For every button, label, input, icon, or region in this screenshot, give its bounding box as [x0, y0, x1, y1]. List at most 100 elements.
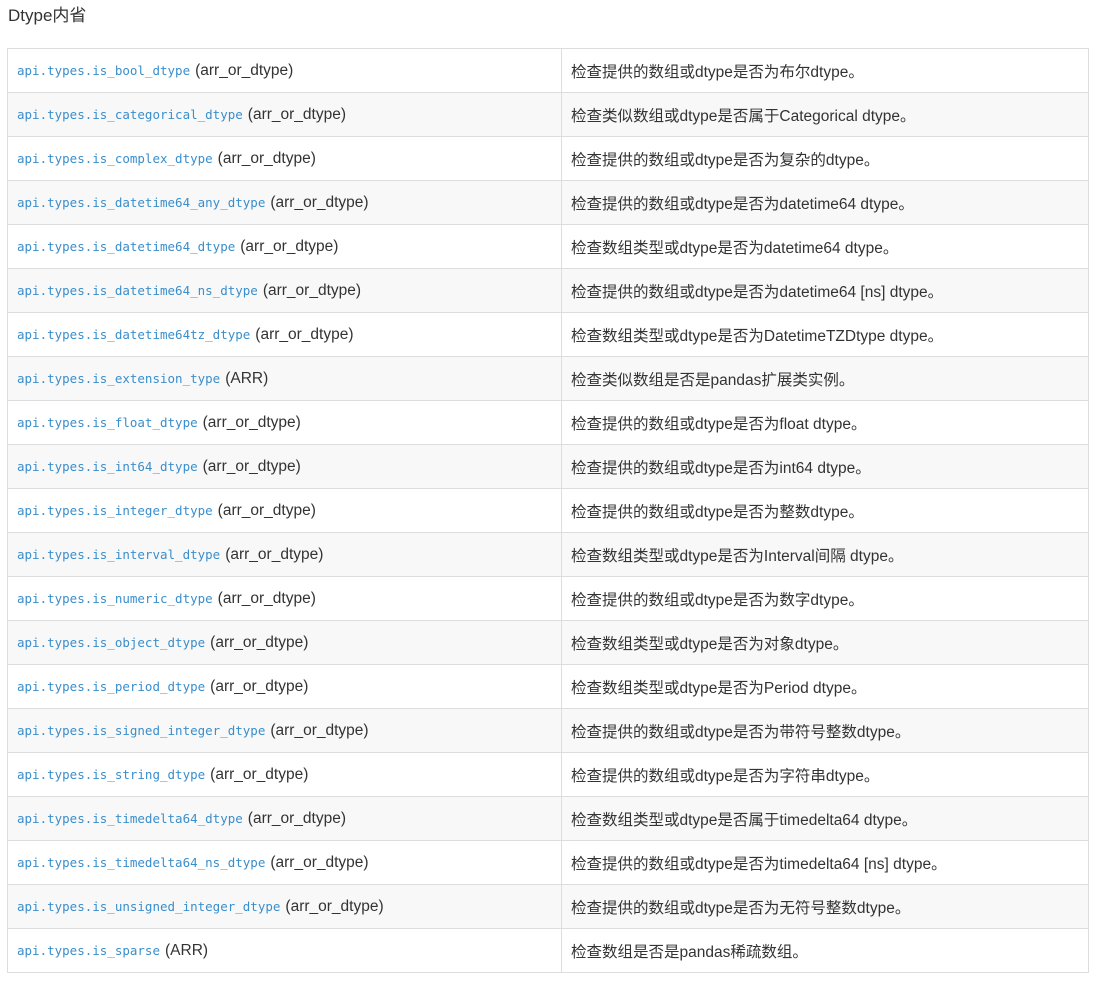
description-cell: 检查提供的数组或dtype是否为带符号整数dtype。 — [561, 708, 1089, 753]
function-args: (arr_or_dtype) — [262, 281, 362, 299]
function-description: 检查类似数组或dtype是否属于Categorical dtype。 — [571, 107, 916, 125]
function-link[interactable]: api.types.is_period_dtype — [17, 679, 205, 694]
function-args: (arr_or_dtype) — [285, 897, 384, 915]
function-cell: api.types.is_integer_dtype (arr_or_dtype) — [7, 488, 562, 533]
table-row: api.types.is_float_dtype (arr_or_dtype) 检… — [7, 400, 1089, 445]
function-link[interactable]: api.types.is_string_dtype — [17, 767, 205, 782]
table-row: api.types.is_signed_integer_dtype (arr_or… — [7, 708, 1089, 753]
function-link[interactable]: api.types.is_extension_type — [17, 371, 220, 386]
function-description: 检查提供的数组或dtype是否为timedelta64 [ns] dtype。 — [571, 855, 947, 873]
function-link[interactable]: api.types.is_timedelta64_dtype — [17, 811, 243, 826]
function-cell: api.types.is_timedelta64_ns_dtype (arr_or… — [7, 840, 562, 885]
function-description: 检查数组类型或dtype是否为DatetimeTZDtype dtype。 — [571, 327, 944, 345]
function-description: 检查提供的数组或dtype是否为无符号整数dtype。 — [571, 899, 911, 917]
function-link[interactable]: api.types.is_numeric_dtype — [17, 591, 213, 606]
table-row: api.types.is_interval_dtype (arr_or_dtype… — [7, 532, 1089, 577]
description-cell: 检查数组类型或dtype是否为Interval间隔 dtype。 — [561, 532, 1089, 577]
description-cell: 检查提供的数组或dtype是否为datetime64 dtype。 — [561, 180, 1089, 225]
function-link[interactable]: api.types.is_bool_dtype — [17, 63, 190, 78]
table-row: api.types.is_object_dtype (arr_or_dtype) … — [7, 620, 1089, 665]
description-cell: 检查提供的数组或dtype是否为整数dtype。 — [561, 488, 1089, 533]
function-args: (arr_or_dtype) — [217, 501, 316, 519]
function-link[interactable]: api.types.is_float_dtype — [17, 415, 198, 430]
function-cell: api.types.is_categorical_dtype (arr_or_dt… — [7, 92, 562, 137]
function-args: (arr_or_dtype) — [210, 677, 309, 695]
function-description: 检查提供的数组或dtype是否为datetime64 dtype。 — [571, 195, 914, 213]
table-row: api.types.is_timedelta64_ns_dtype (arr_or… — [7, 840, 1089, 885]
function-link[interactable]: api.types.is_datetime64_dtype — [17, 239, 235, 254]
function-link[interactable]: api.types.is_integer_dtype — [17, 503, 213, 518]
api-table-body: api.types.is_bool_dtype (arr_or_dtype) 检查… — [7, 48, 1089, 973]
function-cell: api.types.is_complex_dtype (arr_or_dtype) — [7, 136, 562, 181]
table-row: api.types.is_extension_type (ARR) 检查类似数组是… — [7, 356, 1089, 401]
table-row: api.types.is_datetime64_ns_dtype (arr_or_… — [7, 268, 1089, 313]
function-description: 检查提供的数组或dtype是否为布尔dtype。 — [571, 63, 864, 81]
function-link[interactable]: api.types.is_signed_integer_dtype — [17, 723, 265, 738]
function-description: 检查提供的数组或dtype是否为datetime64 [ns] dtype。 — [571, 283, 944, 301]
function-cell: api.types.is_object_dtype (arr_or_dtype) — [7, 620, 562, 665]
function-args: (arr_or_dtype) — [195, 61, 294, 79]
function-link[interactable]: api.types.is_datetime64tz_dtype — [17, 327, 250, 342]
table-row: api.types.is_bool_dtype (arr_or_dtype) 检查… — [7, 48, 1089, 93]
function-args: (arr_or_dtype) — [240, 237, 339, 255]
function-args: (ARR) — [165, 941, 209, 959]
function-args: (arr_or_dtype) — [210, 765, 309, 783]
function-cell: api.types.is_int64_dtype (arr_or_dtype) — [7, 444, 562, 489]
function-link[interactable]: api.types.is_sparse — [17, 943, 160, 958]
function-args: (arr_or_dtype) — [225, 545, 324, 563]
description-cell: 检查数组类型或dtype是否为对象dtype。 — [561, 620, 1089, 665]
description-cell: 检查数组类型或dtype是否属于timedelta64 dtype。 — [561, 796, 1089, 841]
description-cell: 检查类似数组或dtype是否属于Categorical dtype。 — [561, 92, 1089, 137]
function-args: (arr_or_dtype) — [255, 325, 354, 343]
function-cell: api.types.is_string_dtype (arr_or_dtype) — [7, 752, 562, 797]
table-row: api.types.is_period_dtype (arr_or_dtype) … — [7, 664, 1089, 709]
function-cell: api.types.is_datetime64_dtype (arr_or_dty… — [7, 224, 562, 269]
description-cell: 检查提供的数组或dtype是否为float dtype。 — [561, 400, 1089, 445]
function-args: (ARR) — [225, 369, 269, 387]
function-cell: api.types.is_bool_dtype (arr_or_dtype) — [7, 48, 562, 93]
function-cell: api.types.is_period_dtype (arr_or_dtype) — [7, 664, 562, 709]
function-link[interactable]: api.types.is_interval_dtype — [17, 547, 220, 562]
function-description: 检查提供的数组或dtype是否为数字dtype。 — [571, 591, 864, 609]
description-cell: 检查类似数组是否是pandas扩展类实例。 — [561, 356, 1089, 401]
table-row: api.types.is_datetime64_dtype (arr_or_dty… — [7, 224, 1089, 269]
function-description: 检查数组类型或dtype是否为对象dtype。 — [571, 635, 849, 653]
description-cell: 检查提供的数组或dtype是否为复杂的dtype。 — [561, 136, 1089, 181]
function-description: 检查提供的数组或dtype是否为带符号整数dtype。 — [571, 723, 911, 741]
description-cell: 检查提供的数组或dtype是否为int64 dtype。 — [561, 444, 1089, 489]
function-link[interactable]: api.types.is_datetime64_any_dtype — [17, 195, 265, 210]
function-description: 检查提供的数组或dtype是否为float dtype。 — [571, 415, 867, 433]
function-cell: api.types.is_float_dtype (arr_or_dtype) — [7, 400, 562, 445]
function-description: 检查类似数组是否是pandas扩展类实例。 — [571, 371, 855, 389]
function-args: (arr_or_dtype) — [217, 149, 316, 167]
function-description: 检查数组是否是pandas稀疏数组。 — [571, 943, 808, 961]
function-description: 检查提供的数组或dtype是否为复杂的dtype。 — [571, 151, 880, 169]
function-args: (arr_or_dtype) — [247, 105, 346, 123]
description-cell: 检查提供的数组或dtype是否为字符串dtype。 — [561, 752, 1089, 797]
function-description: 检查提供的数组或dtype是否为整数dtype。 — [571, 503, 864, 521]
table-row: api.types.is_datetime64tz_dtype (arr_or_d… — [7, 312, 1089, 357]
function-cell: api.types.is_timedelta64_dtype (arr_or_dt… — [7, 796, 562, 841]
table-row: api.types.is_integer_dtype (arr_or_dtype)… — [7, 488, 1089, 533]
function-link[interactable]: api.types.is_timedelta64_ns_dtype — [17, 855, 265, 870]
function-args: (arr_or_dtype) — [247, 809, 346, 827]
function-link[interactable]: api.types.is_int64_dtype — [17, 459, 198, 474]
function-args: (arr_or_dtype) — [210, 633, 309, 651]
function-args: (arr_or_dtype) — [217, 589, 316, 607]
function-description: 检查数组类型或dtype是否为Interval间隔 dtype。 — [571, 547, 904, 565]
function-description: 检查提供的数组或dtype是否为int64 dtype。 — [571, 459, 871, 477]
table-row: api.types.is_categorical_dtype (arr_or_dt… — [7, 92, 1089, 137]
function-cell: api.types.is_datetime64_ns_dtype (arr_or_… — [7, 268, 562, 313]
description-cell: 检查数组类型或dtype是否为Period dtype。 — [561, 664, 1089, 709]
description-cell: 检查提供的数组或dtype是否为无符号整数dtype。 — [561, 884, 1089, 929]
function-description: 检查数组类型或dtype是否为Period dtype。 — [571, 679, 867, 697]
function-link[interactable]: api.types.is_unsigned_integer_dtype — [17, 899, 280, 914]
function-link[interactable]: api.types.is_categorical_dtype — [17, 107, 243, 122]
function-link[interactable]: api.types.is_datetime64_ns_dtype — [17, 283, 258, 298]
function-args: (arr_or_dtype) — [202, 413, 301, 431]
function-link[interactable]: api.types.is_object_dtype — [17, 635, 205, 650]
function-link[interactable]: api.types.is_complex_dtype — [17, 151, 213, 166]
table-row: api.types.is_numeric_dtype (arr_or_dtype)… — [7, 576, 1089, 621]
function-args: (arr_or_dtype) — [202, 457, 301, 475]
function-description: 检查数组类型或dtype是否为datetime64 dtype。 — [571, 239, 899, 257]
